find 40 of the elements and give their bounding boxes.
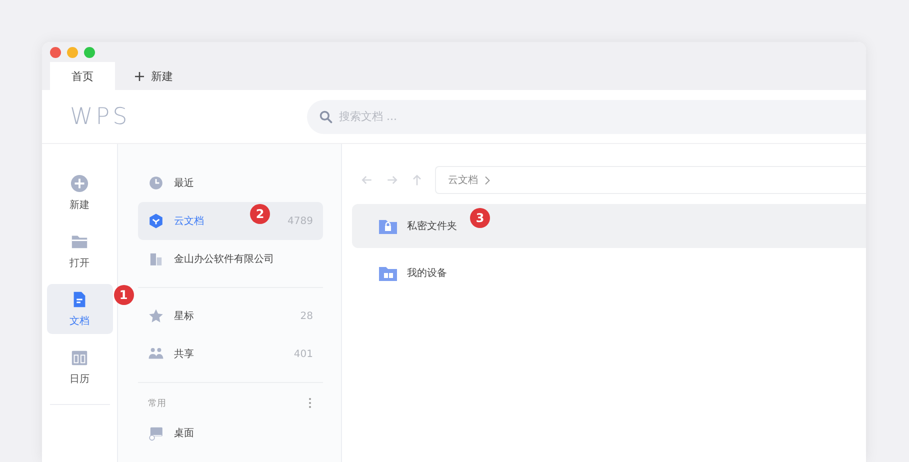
item-count: 4789 (288, 216, 313, 226)
item-count: 401 (294, 348, 313, 360)
sidebar-item[interactable]: 星标 28 (138, 297, 323, 335)
close-icon[interactable] (50, 46, 61, 58)
up-arrow-icon[interactable] (410, 173, 424, 187)
monitor-icon (148, 425, 164, 441)
callout-badge: 2 (250, 204, 270, 224)
nav-item[interactable]: 日历 (46, 342, 112, 392)
folder-row[interactable]: 我的设备 (352, 251, 866, 295)
chevron-icon (484, 176, 490, 184)
forward-arrow-icon[interactable] (385, 173, 399, 187)
nav-item[interactable]: 打开 (46, 226, 112, 276)
nav-item[interactable]: 新建 (46, 168, 112, 218)
breadcrumb-link[interactable]: 云文档 (448, 173, 478, 187)
section-heading: 常用 (148, 398, 166, 410)
sidebar-item[interactable]: 云文档 2 4789 (138, 202, 323, 240)
calendar-icon (70, 348, 89, 367)
minimize-icon[interactable] (67, 46, 78, 58)
item-count: 28 (300, 310, 313, 322)
clock-icon (148, 175, 164, 191)
folder-row[interactable]: 私密文件夹 3 (352, 204, 866, 248)
sidebar-item[interactable]: 桌面 (138, 414, 323, 452)
callout-badge: 1 (114, 285, 134, 305)
plus-icon (135, 72, 144, 80)
hexagon-icon (148, 213, 164, 229)
people-icon (148, 346, 164, 362)
more-icon[interactable] (307, 396, 313, 410)
zoom-icon[interactable] (84, 46, 95, 58)
star-icon (148, 308, 164, 324)
sidebar-item[interactable]: 最近 (138, 164, 323, 202)
sidebar-item[interactable]: 金山办公软件有限公司 (138, 240, 323, 278)
sidebar-item[interactable]: 共享 401 (138, 335, 323, 373)
search-field[interactable]: 搜索文档 ... (307, 100, 866, 134)
back-arrow-icon[interactable] (360, 173, 374, 187)
building-icon (148, 251, 164, 267)
app-logo: WPS (69, 104, 132, 130)
plus-circle-icon (70, 174, 89, 193)
tab[interactable]: 新建 (115, 62, 193, 90)
tab[interactable]: 首页 (50, 62, 115, 90)
callout-badge: 3 (470, 208, 490, 228)
